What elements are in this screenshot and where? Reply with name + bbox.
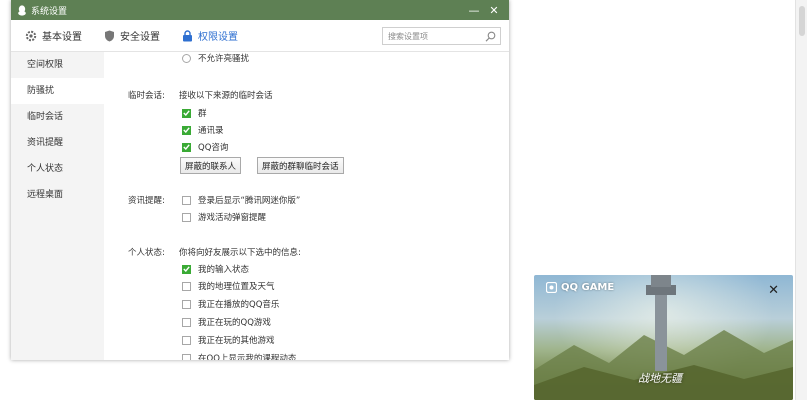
checkbox[interactable] (182, 281, 191, 291)
sidebar: 空间权限 防骚扰 临时会话 资讯提醒 个人状态 远程桌面 (11, 52, 104, 360)
shield-icon (105, 30, 114, 41)
checkbox[interactable] (182, 353, 191, 360)
checkbox-option[interactable]: 群 (182, 107, 207, 119)
popup-close-button[interactable]: ✕ (768, 283, 779, 298)
checkbox-checked[interactable] (182, 142, 191, 152)
check-icon (183, 127, 190, 133)
option-label: 在QQ上显示我的课程动态 (198, 354, 297, 360)
radio-button[interactable] (182, 53, 191, 63)
tab-security-settings[interactable]: 安全设置 (104, 28, 160, 43)
qq-penguin-icon (17, 4, 27, 16)
check-icon (183, 144, 190, 150)
option-label: 不允许亮骚扰 (198, 54, 250, 64)
section-label-temp-chat: 临时会话: (128, 91, 165, 101)
checkbox[interactable] (182, 212, 191, 222)
qq-game-brand: QQ GAME (561, 282, 615, 293)
check-icon (183, 266, 190, 272)
section-desc-status: 你将向好友展示以下选中的信息: (179, 248, 301, 258)
check-icon (183, 110, 190, 116)
checkbox-option[interactable]: 我的输入状态 (182, 263, 249, 275)
option-label: 群 (198, 109, 207, 119)
sidebar-item-temp-chat[interactable]: 临时会话 (11, 104, 104, 130)
sidebar-item-space-permission[interactable]: 空间权限 (11, 52, 104, 78)
qq-game-logo-icon (546, 282, 557, 293)
section-label-status: 个人状态: (128, 248, 165, 258)
option-label: 我的输入状态 (198, 265, 250, 275)
blocked-contacts-button[interactable]: 屏蔽的联系人 (180, 157, 242, 174)
sidebar-item-remote-desktop[interactable]: 远程桌面 (11, 182, 104, 208)
scrollbar-thumb[interactable] (799, 6, 805, 36)
minimize-button[interactable]: — (463, 0, 485, 20)
tab-label: 基本设置 (42, 32, 82, 43)
game-title: 战地无疆 (638, 372, 682, 385)
checkbox-option[interactable]: 通讯录 (182, 124, 224, 136)
option-label: QQ咨询 (198, 143, 229, 153)
section-desc-temp-chat: 接收以下来源的临时会话 (179, 91, 273, 101)
checkbox[interactable] (182, 195, 191, 205)
checkbox-option[interactable]: 登录后显示“腾讯网迷你版” (182, 194, 300, 206)
blocked-group-chat-button[interactable]: 屏蔽的群聊临时会话 (257, 157, 344, 174)
checkbox-option[interactable]: 我正在播放的QQ音乐 (182, 298, 279, 310)
checkbox[interactable] (182, 317, 191, 327)
checkbox-checked[interactable] (182, 264, 191, 274)
gear-icon (25, 30, 37, 41)
option-label: 我正在玩的QQ游戏 (198, 318, 271, 328)
sidebar-item-personal-status[interactable]: 个人状态 (11, 156, 104, 182)
checkbox-option[interactable]: 游戏活动弹窗提醒 (182, 211, 266, 223)
title-bar: 系统设置 — ✕ (11, 0, 509, 20)
sidebar-item-news-reminder[interactable]: 资讯提醒 (11, 130, 104, 156)
option-label: 游戏活动弹窗提醒 (198, 213, 267, 223)
page-scrollbar[interactable] (795, 0, 807, 400)
settings-window: 系统设置 — ✕ 基本设置 安全设置 权限设置 空间权限 防骚扰 临时会话 资讯… (11, 0, 509, 360)
tab-permission-settings[interactable]: 权限设置 (182, 28, 238, 43)
section-label-news: 资讯提醒: (128, 196, 165, 206)
lock-icon (183, 29, 192, 41)
tab-label: 安全设置 (120, 32, 160, 43)
option-label: 我正在播放的QQ音乐 (198, 300, 280, 310)
option-label: 我的地理位置及天气 (198, 282, 275, 292)
search-box[interactable] (382, 27, 501, 45)
option-label: 通讯录 (198, 126, 224, 136)
checkbox-checked[interactable] (182, 108, 191, 118)
checkbox[interactable] (182, 299, 191, 309)
checkbox-option[interactable]: 我正在玩的其他游戏 (182, 334, 275, 346)
checkbox-option[interactable]: 我正在玩的QQ游戏 (182, 316, 271, 328)
search-icon[interactable] (485, 31, 496, 42)
tab-label: 权限设置 (198, 32, 238, 43)
window-title: 系统设置 (31, 6, 68, 17)
close-button[interactable]: ✕ (483, 0, 505, 20)
radio-option[interactable]: 不允许亮骚扰 (182, 52, 249, 64)
checkbox[interactable] (182, 335, 191, 345)
settings-content: 不允许亮骚扰 临时会话: 接收以下来源的临时会话 群 通讯录 QQ咨询 屏蔽的联… (104, 52, 509, 360)
checkbox-option[interactable]: 我的地理位置及天气 (182, 280, 275, 292)
tab-bar: 基本设置 安全设置 权限设置 (11, 20, 509, 52)
checkbox-checked[interactable] (182, 125, 191, 135)
tab-basic-settings[interactable]: 基本设置 (25, 28, 82, 43)
qq-game-popup[interactable]: QQ GAME ✕ 战地无疆 (534, 275, 793, 400)
checkbox-option[interactable]: QQ咨询 (182, 141, 228, 153)
sidebar-item-anti-harassment[interactable]: 防骚扰 (11, 78, 104, 104)
search-input[interactable] (388, 31, 478, 41)
checkbox-option[interactable]: 在QQ上显示我的课程动态 (182, 352, 296, 360)
option-label: 登录后显示“腾讯网迷你版” (198, 196, 301, 206)
qq-game-logo: QQ GAME (546, 282, 614, 293)
option-label: 我正在玩的其他游戏 (198, 336, 275, 346)
